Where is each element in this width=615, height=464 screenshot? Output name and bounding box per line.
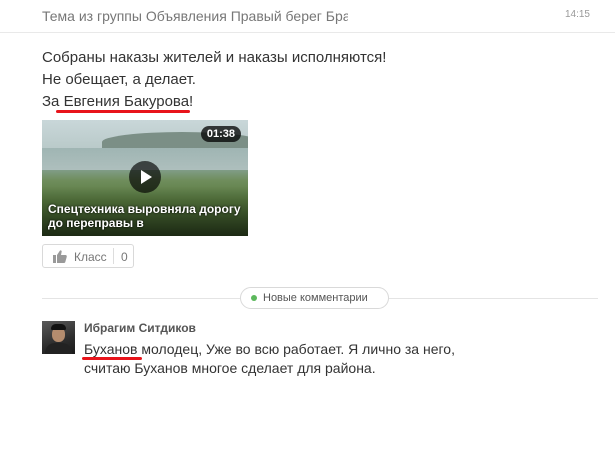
new-indicator-dot <box>251 295 257 301</box>
avatar-hair-shape <box>51 324 66 330</box>
new-comments-label: Новые комментарии <box>263 292 368 304</box>
like-separator <box>113 248 114 264</box>
topic-title[interactable]: Тема из группы Объявления Правый берег Б… <box>42 8 348 24</box>
red-underline-mark <box>82 357 142 360</box>
play-icon[interactable] <box>129 161 161 193</box>
like-button[interactable]: Класс 0 <box>42 244 134 268</box>
avatar-body-shape <box>45 343 72 354</box>
thumbs-up-icon <box>53 250 67 263</box>
like-label: Класс <box>74 250 107 264</box>
comment-line: считаю Буханов многое сделает для района… <box>84 360 376 376</box>
avatar[interactable] <box>42 321 75 354</box>
video-caption[interactable]: Спецтехника выровняла дорогу до переправ… <box>48 202 244 230</box>
video-duration: 01:38 <box>200 126 241 142</box>
post-line: Не обещает, а делает. <box>42 71 196 88</box>
red-underline-mark <box>56 110 190 113</box>
topic-time: 14:15 <box>564 9 590 20</box>
video-thumbnail[interactable]: 01:38 Спецтехника выровняла дорогу до пе… <box>42 120 248 236</box>
like-count: 0 <box>121 250 128 264</box>
topic-header: Тема из группы Объявления Правый берег Б… <box>0 0 615 33</box>
new-comments-button[interactable]: Новые комментарии <box>240 287 389 309</box>
post-line: Собраны наказы жителей и наказы исполняю… <box>42 49 387 66</box>
post-text: Собраны наказы жителей и наказы исполняю… <box>42 47 386 113</box>
comment-author[interactable]: Ибрагим Ситдиков <box>84 321 196 335</box>
